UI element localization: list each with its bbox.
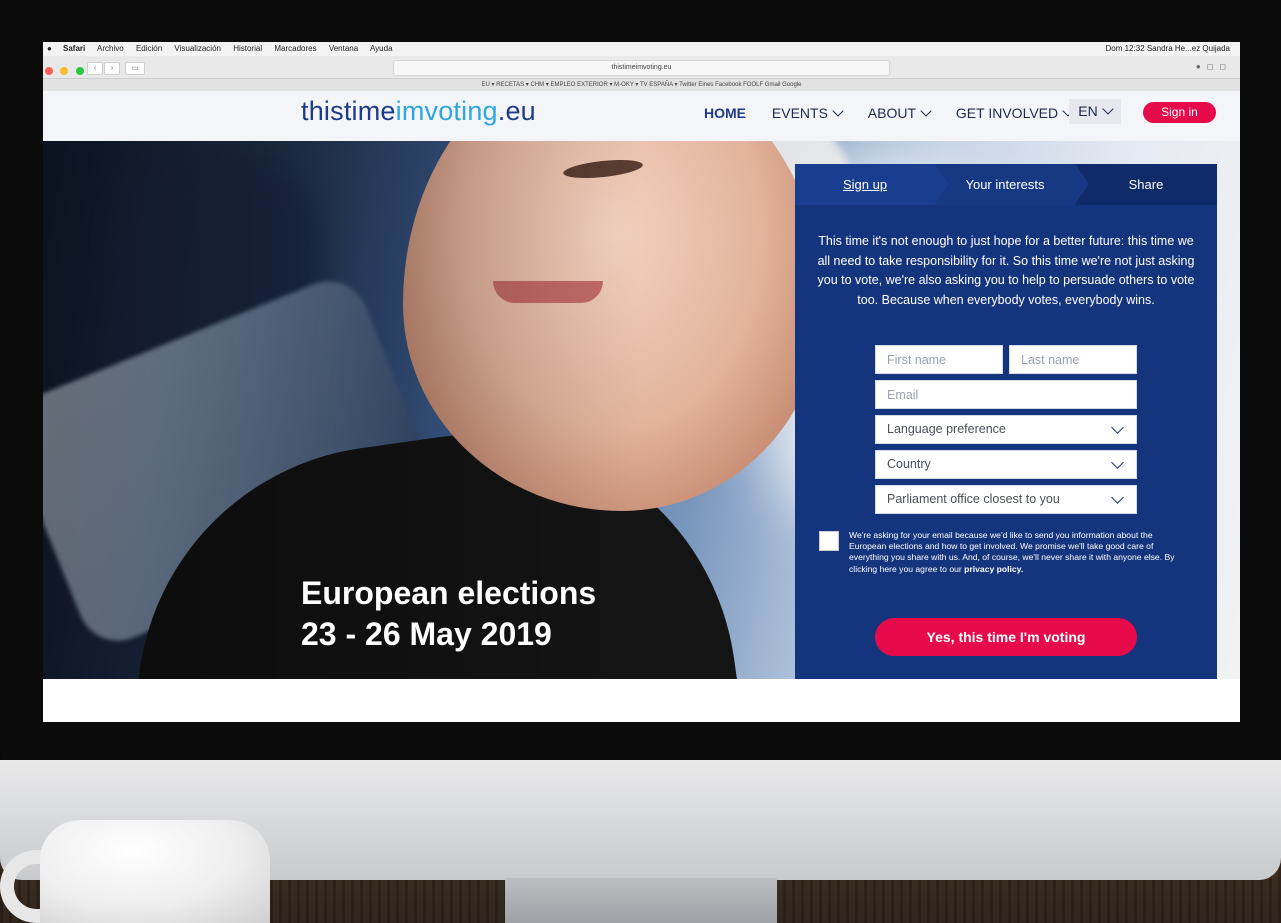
forward-button[interactable]: › (104, 62, 120, 75)
parliament-office-select[interactable]: Parliament office closest to you (875, 485, 1137, 514)
tab-sign-up[interactable]: Sign up (795, 164, 935, 205)
minimize-icon[interactable] (60, 67, 69, 75)
sidebar-icon[interactable]: ▭ (125, 62, 145, 75)
monitor-stand (505, 878, 777, 923)
menu-ayuda[interactable]: Ayuda (370, 44, 393, 53)
nav-home[interactable]: HOME (704, 105, 746, 121)
last-name-input[interactable] (1009, 345, 1137, 374)
email-input[interactable] (875, 380, 1137, 409)
main-nav: HOME EVENTS ABOUT GET INVOLVED (704, 105, 1094, 121)
menu-marcadores[interactable]: Marcadores (274, 44, 316, 53)
chevron-down-icon (920, 105, 932, 117)
nav-get-involved[interactable]: GET INVOLVED (955, 105, 1074, 121)
toolbar-actions-icon[interactable]: ●◻◻ (1196, 62, 1232, 71)
logo-text-1: thistime (301, 96, 396, 126)
back-button[interactable]: ‹ (87, 62, 103, 75)
photo-scene: ● Safari Archivo Edición Visualización H… (0, 0, 1281, 923)
maximize-icon[interactable] (75, 67, 84, 75)
signup-panel: Sign up Your interests Share This time i… (795, 164, 1217, 679)
language-selector[interactable]: EN (1069, 99, 1121, 124)
nav-get-involved-label: GET INVOLVED (955, 105, 1059, 121)
consent-checkbox[interactable] (819, 531, 839, 551)
menu-edicion[interactable]: Edición (136, 44, 162, 53)
address-bar[interactable]: thistimeimvoting.eu (393, 60, 890, 76)
close-icon[interactable] (45, 67, 53, 75)
nav-events-label: EVENTS (771, 105, 828, 121)
privacy-policy-link[interactable]: privacy policy. (964, 564, 1023, 574)
menu-ventana[interactable]: Ventana (329, 44, 358, 53)
tab-arrow (1075, 164, 1089, 204)
nav-events[interactable]: EVENTS (771, 105, 844, 121)
language-preference-value: Language preference (887, 422, 1006, 436)
signup-tabs: Sign up Your interests Share (795, 164, 1217, 205)
logo-text-2: imvoting (395, 96, 498, 126)
window-controls (45, 62, 87, 80)
os-menubar: ● Safari Archivo Edición Visualización H… (43, 42, 1240, 56)
os-status: Dom 12:32 Sandra He...ez Quijada (1105, 44, 1230, 53)
chevron-down-icon (1111, 491, 1124, 504)
nav-about-label: ABOUT (867, 105, 917, 121)
menu-visualizacion[interactable]: Visualización (174, 44, 221, 53)
hero-title-line1: European elections (301, 575, 597, 611)
hero-title-line2: 23 - 26 May 2019 (301, 616, 552, 652)
page-content-area (43, 679, 1240, 722)
chevron-down-icon (1111, 421, 1124, 434)
nav-about[interactable]: ABOUT (867, 105, 932, 121)
hero-title: European elections 23 - 26 May 2019 (301, 573, 596, 655)
apple-icon[interactable]: ● (47, 42, 52, 56)
chevron-down-icon (1111, 456, 1124, 469)
menu-safari[interactable]: Safari (63, 44, 85, 53)
language-preference-select[interactable]: Language preference (875, 415, 1137, 444)
country-select[interactable]: Country (875, 450, 1137, 479)
sign-in-button[interactable]: Sign in (1143, 102, 1216, 123)
site-header: thistimeimvoting.eu HOME EVENTS ABOUT GE… (43, 91, 1240, 141)
consent-text: We're asking for your email because we'd… (849, 530, 1179, 575)
signup-intro: This time it's not enough to just hope f… (817, 234, 1195, 307)
chevron-down-icon (832, 105, 844, 117)
tab-share[interactable]: Share (1075, 164, 1217, 205)
menu-archivo[interactable]: Archivo (97, 44, 124, 53)
language-label: EN (1078, 103, 1098, 119)
first-name-input[interactable] (875, 345, 1003, 374)
submit-voting-button[interactable]: Yes, this time I'm voting (875, 618, 1137, 656)
browser-toolbar: ‹ › ▭ thistimeimvoting.eu ●◻◻ (43, 56, 1240, 79)
parliament-office-value: Parliament office closest to you (887, 492, 1060, 506)
logo-text-3: .eu (497, 96, 536, 126)
site-logo[interactable]: thistimeimvoting.eu (301, 96, 536, 127)
chevron-down-icon (1102, 103, 1114, 115)
coffee-mug (40, 820, 270, 923)
tab-your-interests[interactable]: Your interests (935, 164, 1075, 205)
tab-arrow (935, 164, 949, 204)
menu-historial[interactable]: Historial (233, 44, 262, 53)
os-menu-items: Safari Archivo Edición Visualización His… (63, 42, 403, 56)
bookmarks-bar[interactable]: EU ▾ RECETAS ▾ CHM ▾ EMPLEO EXTERIOR ▾ M… (43, 79, 1240, 91)
country-value: Country (887, 457, 931, 471)
monitor-screen: ● Safari Archivo Edición Visualización H… (43, 42, 1240, 722)
